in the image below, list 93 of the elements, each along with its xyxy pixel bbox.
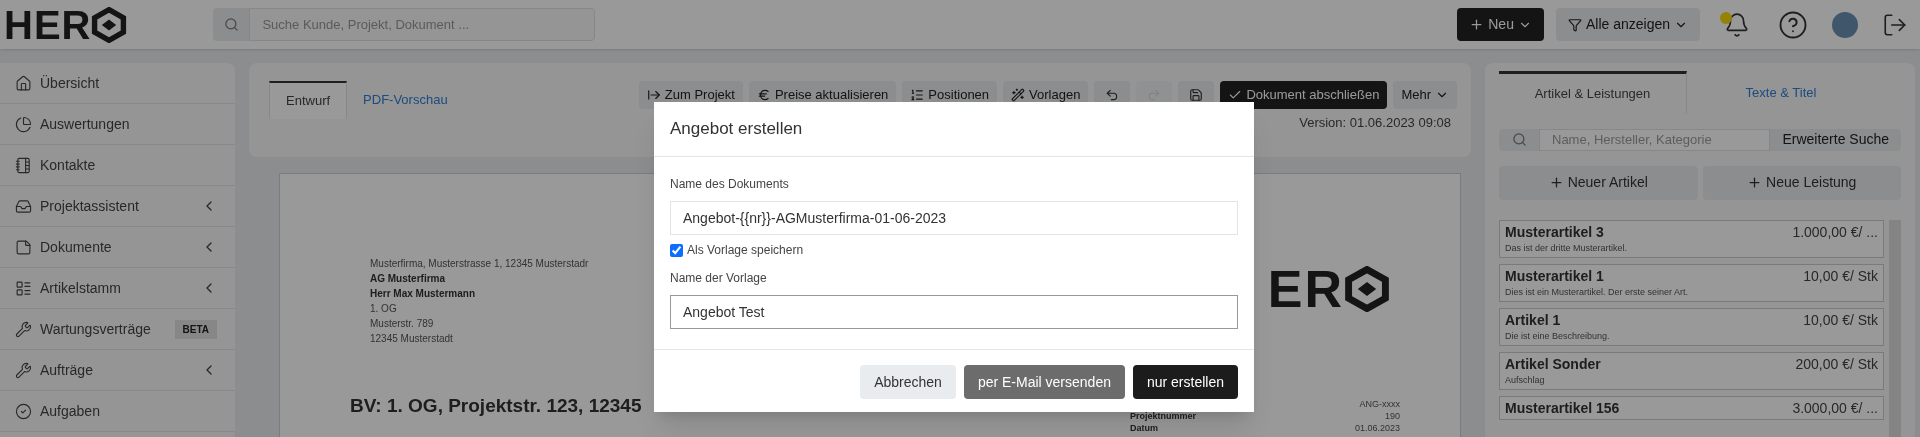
plus-icon	[1548, 175, 1564, 190]
meta-value: 190	[1384, 410, 1400, 422]
add-button[interactable]: Neuer Artikel	[1499, 165, 1698, 200]
article-item[interactable]: Musterartikel 156 3.000,00 €/ ...	[1499, 395, 1884, 420]
tab[interactable]: Entwurf	[269, 81, 348, 119]
notebook-icon	[15, 156, 32, 174]
home-icon	[15, 74, 32, 92]
sidebar-item[interactable]: Auswertungen	[0, 104, 235, 145]
filter-icon	[1567, 17, 1582, 32]
logout-icon[interactable]	[1882, 11, 1908, 38]
sidebar-item[interactable]: Dokumente	[0, 227, 235, 268]
address-line: 12345 Musterstadt	[370, 332, 454, 346]
article-description: Die ist eine Beschreibung.	[1505, 329, 1611, 343]
sidebar-item[interactable]: Projektassistent	[0, 186, 235, 227]
template-name-field[interactable]: Angebot Test	[670, 295, 1238, 329]
search-icon	[223, 17, 239, 32]
search-field[interactable]: Suche Kunde, Projekt, Dokument ...	[249, 8, 596, 41]
sender-line: Musterfirma, Musterstrasse 1, 12345 Musterstadr	[370, 257, 589, 271]
note-icon	[15, 238, 32, 256]
article-description: Dies ist ein Musterartikel. Der erste seiner Art.	[1505, 285, 1690, 299]
undo-icon	[1105, 88, 1120, 102]
article-name: Musterartikel 1	[1505, 266, 1604, 285]
article-price: 10,00 €/ Stk	[1803, 310, 1878, 329]
article-item[interactable]: Artikel Sonder 200,00 €/ Stk Aufschlag	[1499, 351, 1884, 390]
sidebar-item[interactable]: Kontakte	[0, 145, 235, 186]
sidebar-item[interactable]: Übersicht	[0, 63, 235, 104]
address-line: Herr Max Mustermann	[370, 287, 477, 301]
search-icon	[1511, 132, 1527, 148]
document-name-field[interactable]: Angebot-{{nr}}-AGMusterfirma-01-06-2023	[670, 201, 1238, 235]
numbered-list-icon	[910, 88, 925, 102]
new-button[interactable]: Neu	[1457, 8, 1544, 41]
tab[interactable]: Texte & Titel	[1687, 71, 1875, 114]
help-icon[interactable]	[1778, 9, 1808, 40]
article-name: Musterartikel 156	[1505, 398, 1620, 417]
meta-label: Datum	[1130, 422, 1158, 434]
check-circle-icon	[15, 402, 32, 420]
address-line: 1. OG	[370, 302, 398, 316]
tab[interactable]: Artikel & Leistungen	[1499, 71, 1687, 114]
field-label: Name des Dokuments	[670, 176, 790, 193]
dialog-title: Angebot erstellen	[670, 118, 803, 141]
address-line: AG Musterfirma	[370, 272, 446, 286]
document-number: ANG-xxxx	[1359, 398, 1400, 410]
toolbar-button[interactable]: Dokument abschließen	[1220, 81, 1388, 109]
pie-chart-icon	[15, 115, 32, 133]
logo: ER	[1267, 250, 1390, 328]
sidebar-item[interactable]: Aufträge	[0, 350, 235, 391]
bell-icon[interactable]	[1724, 11, 1750, 38]
article-item[interactable]: Musterartikel 3 1.000,00 €/ ... Das ist der dritte Musterartikel.	[1499, 219, 1884, 258]
document-heading: BV: 1. OG, Projektstr. 123, 12345	[350, 394, 642, 418]
check-icon	[1228, 88, 1243, 102]
template-checkbox[interactable]	[670, 243, 683, 257]
article-item[interactable]: Artikel 1 10,00 €/ Stk Die ist eine Beschreibung.	[1499, 307, 1884, 346]
plus-icon	[1469, 17, 1485, 32]
euro-icon	[756, 88, 771, 102]
article-description: Aufschlag	[1505, 373, 1546, 387]
dialog-button[interactable]: nur erstellen	[1132, 365, 1238, 399]
wrench-icon	[15, 320, 32, 338]
filter-button[interactable]: Alle anzeigen	[1555, 8, 1700, 41]
article-price: 3.000,00 €/ ...	[1792, 398, 1878, 417]
article-search-field[interactable]: Name, Hersteller, Kategorie	[1539, 129, 1771, 151]
list-icon	[15, 279, 32, 297]
add-button[interactable]: Neue Leistung	[1702, 165, 1901, 200]
dialog-button[interactable]: per E-Mail versenden	[963, 365, 1125, 399]
article-price: 200,00 €/ Stk	[1795, 354, 1878, 373]
sidebar-item[interactable]: Wartungsverträge BETA	[0, 309, 235, 350]
version-text: Version: 01.06.2023 09:08	[1299, 114, 1451, 132]
wrench-icon	[15, 361, 32, 379]
meta-label: Projektnummer	[1130, 410, 1197, 422]
checkbox-label: Als Vorlage speichern	[687, 242, 804, 259]
article-name: Musterartikel 3	[1505, 222, 1604, 241]
article-price: 10,00 €/ Stk	[1803, 266, 1878, 285]
sidebar-item[interactable]: Aufgaben	[0, 391, 235, 432]
article-name: Artikel 1	[1505, 310, 1561, 329]
address-line: Musterstr. 789	[370, 317, 435, 331]
tab[interactable]: PDF-Vorschau	[347, 81, 464, 119]
beta-badge: BETA	[174, 319, 217, 339]
exit-arrow-icon	[646, 88, 661, 102]
article-name: Artikel Sonder	[1505, 354, 1601, 373]
toolbar-button[interactable]: Mehr	[1393, 81, 1457, 109]
field-label: Name der Vorlage	[670, 270, 768, 287]
inbox-icon	[15, 197, 32, 215]
meta-value: 01.06.2023	[1354, 422, 1400, 434]
magic-wand-icon	[1011, 88, 1026, 102]
sidebar-item[interactable]: Artikelstamm	[0, 268, 235, 309]
logo: HER	[4, 0, 128, 55]
dialog-button[interactable]: Abbrechen	[860, 365, 956, 399]
avatar[interactable]	[1832, 11, 1858, 38]
plus-icon	[1747, 175, 1763, 190]
save-icon	[1189, 88, 1204, 102]
advanced-search-button[interactable]: Erweiterte Suche	[1770, 129, 1901, 151]
article-price: 1.000,00 €/ ...	[1792, 222, 1878, 241]
article-item[interactable]: Musterartikel 1 10,00 €/ Stk Dies ist ein Musterartikel. Der erste seiner Art.	[1499, 263, 1884, 302]
article-description: Das ist der dritte Musterartikel.	[1505, 241, 1629, 255]
